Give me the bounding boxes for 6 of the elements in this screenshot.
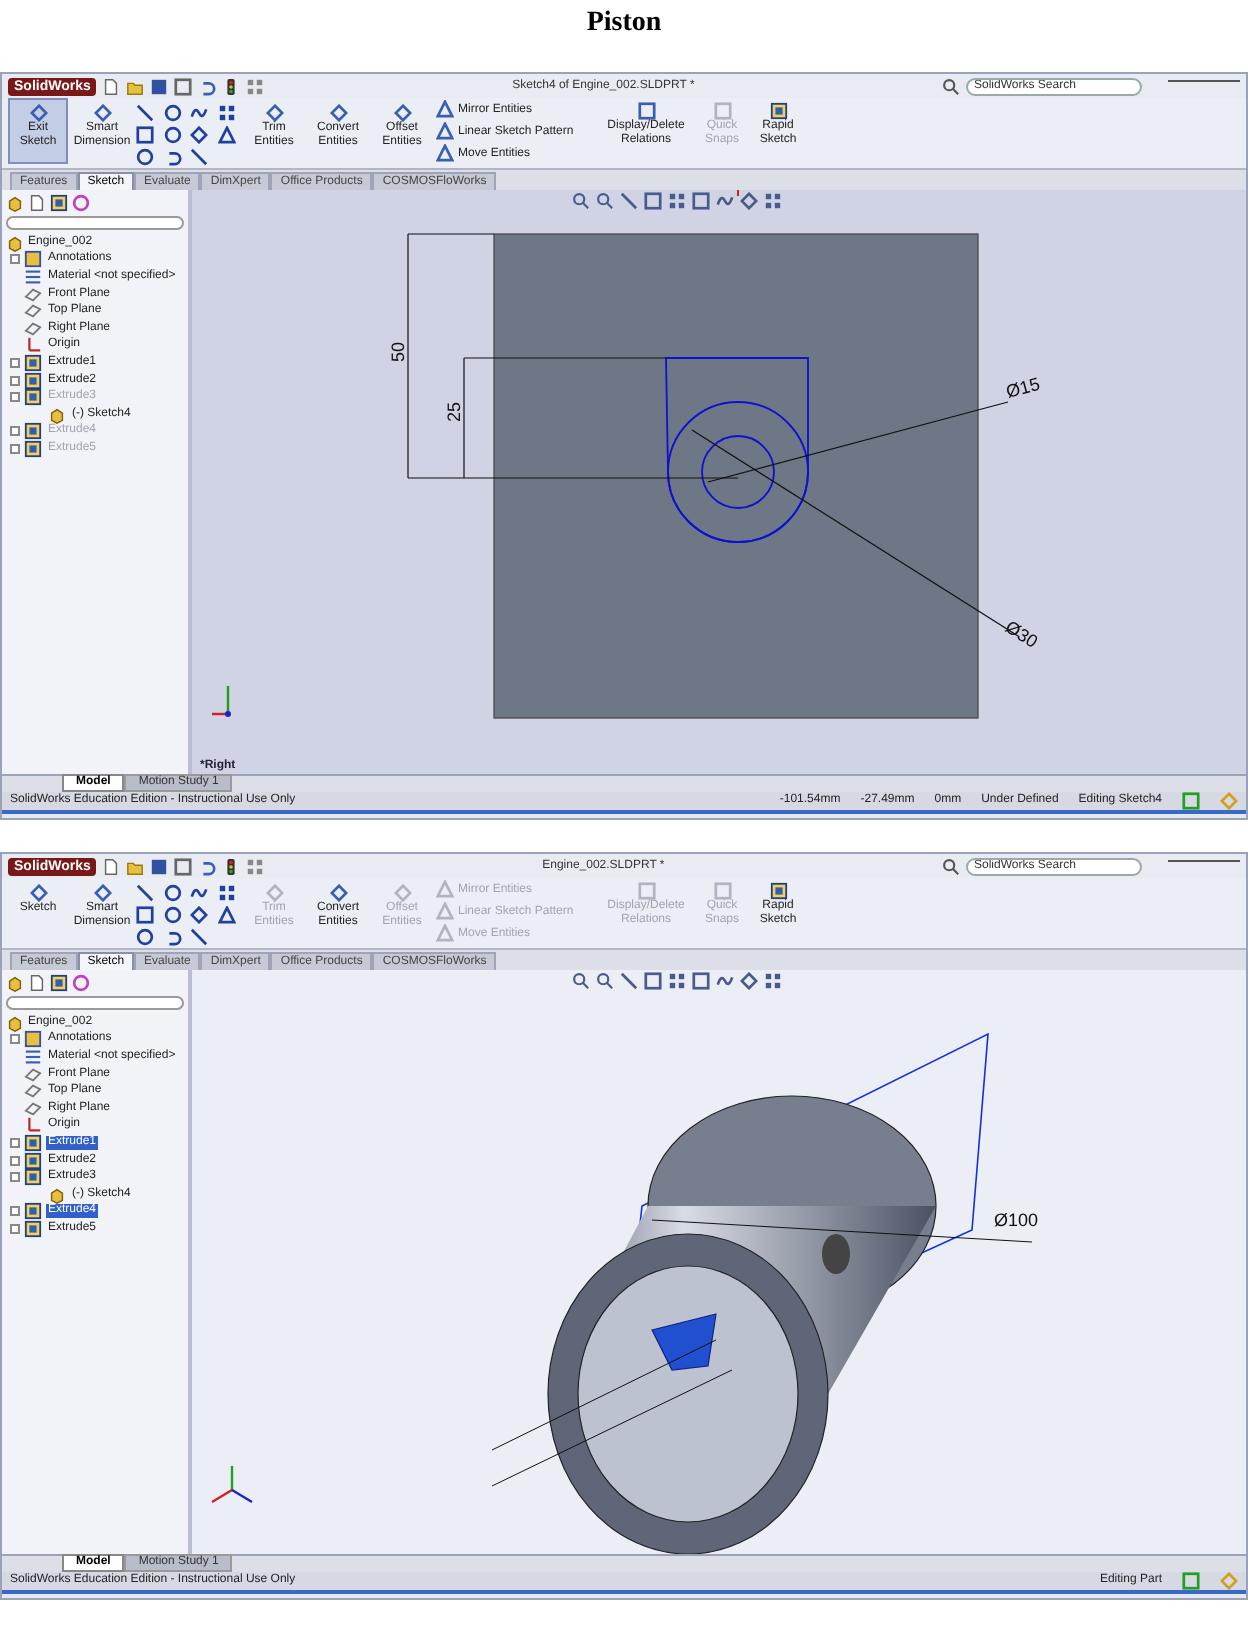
dimension-label: Ø30 bbox=[1001, 616, 1042, 652]
dimension-label: 50 bbox=[388, 341, 408, 362]
dimension-label: Ø100 bbox=[994, 1210, 1039, 1230]
dimension-label: 25 bbox=[444, 401, 464, 422]
dimension-label: Ø15 bbox=[1003, 373, 1042, 402]
document-title: Piston bbox=[586, 8, 662, 40]
